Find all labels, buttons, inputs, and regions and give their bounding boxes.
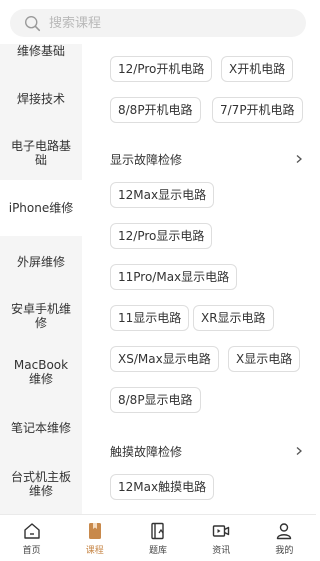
course-tag[interactable]: 11Pro/Max显示电路 [110,264,238,290]
course-tag[interactable]: 12/Pro开机电路 [110,56,213,82]
sidebar-item-label: 台式机主板维修 [10,470,71,498]
sidebar-item-label: 电子电路基础 [10,139,71,167]
tab-question-bank[interactable]: 题库 [126,515,189,561]
tab-news[interactable]: 资讯 [190,515,253,561]
sidebar-item-label: MacBook维修 [13,358,69,386]
sidebar-item-iphone-repair[interactable]: iPhone维修 [0,180,82,236]
course-tag[interactable]: XR显示电路 [193,305,274,331]
course-tag[interactable]: XS/Max显示电路 [110,346,219,372]
course-tag[interactable]: 7/7P开机电路 [212,97,303,123]
sidebar-item-screen-repair[interactable]: 外屏维修 [0,236,82,288]
tab-profile[interactable]: 我的 [253,515,316,561]
tab-label: 题库 [149,545,168,556]
search-box[interactable] [10,9,306,37]
chevron-right-icon[interactable] [294,154,304,164]
tab-label: 首页 [22,545,41,556]
search-input[interactable] [49,15,279,31]
home-icon [23,522,40,539]
sidebar-item-macbook-repair[interactable]: MacBook维修 [0,344,82,400]
course-tag[interactable]: 12Max显示电路 [110,182,215,208]
course-tag[interactable]: 8/8P显示电路 [110,387,201,413]
course-tag[interactable]: 11显示电路 [110,305,190,331]
search-icon [25,15,41,31]
section-title-touch: 触摸故障检修 [110,445,183,459]
sidebar-item-welding[interactable]: 焊接技术 [0,72,82,126]
tab-label: 课程 [85,545,104,556]
tab-course[interactable]: 课程 [63,515,126,561]
category-sidebar: 维修基础 焊接技术 电子电路基础 iPhone维修 外屏维修 安卓手机维修 Ma… [0,44,82,514]
sidebar-item-label: 维修基础 [16,44,65,58]
sidebar-item-label: 焊接技术 [16,92,65,106]
sidebar-item-label: 笔记本维修 [10,421,71,435]
sidebar-item-label: 外屏维修 [16,255,65,269]
search-bar [0,0,316,44]
course-tag[interactable]: 8/8P开机电路 [110,97,201,123]
sidebar-item-android-repair[interactable]: 安卓手机维修 [0,288,82,344]
sidebar-item-repair-basics[interactable]: 维修基础 [0,44,82,72]
video-news-icon [213,524,230,537]
course-tag[interactable]: X显示电路 [228,346,301,372]
sidebar-item-label: 安卓手机维修 [10,302,71,330]
chevron-right-icon[interactable] [294,446,304,456]
sidebar-item-desktop-board-repair[interactable]: 台式机主板维修 [0,456,82,512]
course-tag[interactable]: 12/Pro显示电路 [110,223,213,249]
sidebar-item-laptop-repair[interactable]: 笔记本维修 [0,400,82,456]
course-tag[interactable]: 12Max触摸电路 [110,474,215,500]
tab-label: 我的 [275,545,294,556]
question-bank-icon [151,522,164,539]
bottom-tab-bar: 首页 课程 题库 资讯 我的 [0,514,316,561]
sidebar-item-label: iPhone维修 [8,201,74,215]
course-content: 12/Pro开机电路 X开机电路 8/8P开机电路 7/7P开机电路 显示故障检… [82,44,316,514]
tab-label: 资讯 [212,545,231,556]
profile-icon [277,522,292,539]
course-tag[interactable]: X开机电路 [221,56,294,82]
section-title-display: 显示故障检修 [110,153,183,167]
course-book-icon [88,522,101,539]
tab-home[interactable]: 首页 [0,515,63,561]
sidebar-item-electronics-basics[interactable]: 电子电路基础 [0,126,82,180]
